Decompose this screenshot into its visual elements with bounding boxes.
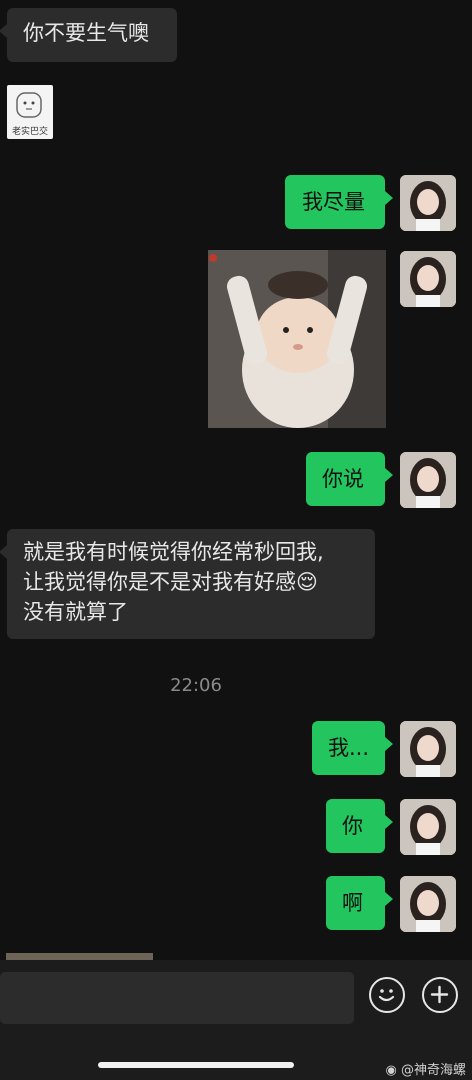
user-avatar[interactable] (400, 721, 456, 777)
user-avatar[interactable] (400, 799, 456, 855)
bear-sticker-icon (16, 92, 42, 118)
avatar-photo-icon (400, 799, 456, 855)
outgoing-message-bubble[interactable]: 你说 (306, 452, 393, 506)
outgoing-message-bubble[interactable]: 我... (312, 721, 393, 775)
sticker-caption: 老实巴交 (11, 127, 48, 137)
user-avatar[interactable] (400, 452, 456, 508)
message-text: 你说 (322, 467, 364, 491)
avatar-photo-icon (400, 721, 456, 777)
avatar-photo-icon (400, 452, 456, 508)
user-avatar[interactable] (400, 876, 456, 932)
avatar-photo-icon (400, 251, 456, 307)
home-indicator (98, 1062, 294, 1068)
plus-button[interactable] (422, 977, 458, 1013)
plus-icon (430, 985, 449, 1004)
outgoing-message-bubble[interactable]: 我尽量 (285, 175, 393, 229)
baby-photo-icon (208, 250, 386, 428)
outgoing-message-bubble[interactable]: 你 (326, 799, 393, 853)
user-avatar[interactable] (400, 175, 456, 231)
weibo-icon: ◉ (385, 1063, 397, 1078)
smiley-icon (378, 989, 395, 1002)
photo-message[interactable] (208, 250, 386, 428)
message-text: 我尽量 (302, 190, 365, 214)
timestamp: 22:06 (170, 675, 222, 696)
message-text: 你 (342, 814, 363, 838)
sticker-image[interactable]: 老实巴交 (7, 85, 53, 139)
message-input[interactable] (0, 972, 354, 1024)
watermark-text: @神奇海螺 (400, 1063, 466, 1078)
message-line: 没有就算了 (23, 600, 128, 624)
incoming-message-bubble[interactable]: 就是我有时候觉得你经常秒回我, 让我觉得你是不是对我有好感😌 没有就算了 (0, 529, 375, 639)
avatar-photo-icon (400, 175, 456, 231)
emoji-button[interactable] (369, 977, 405, 1013)
outgoing-message-bubble[interactable]: 啊 (326, 876, 393, 930)
message-line: 让我觉得你是不是对我有好感😌 (23, 570, 318, 594)
incoming-message-bubble[interactable]: 你不要生气噢 (0, 8, 177, 62)
message-line: 就是我有时候觉得你经常秒回我, (23, 540, 324, 564)
user-avatar[interactable] (400, 251, 456, 307)
message-text: 啊 (342, 891, 363, 915)
watermark: ◉ @神奇海螺 (386, 1059, 467, 1078)
message-text: 你不要生气噢 (23, 21, 149, 45)
avatar-photo-icon (400, 876, 456, 932)
message-text: 我... (328, 736, 370, 760)
